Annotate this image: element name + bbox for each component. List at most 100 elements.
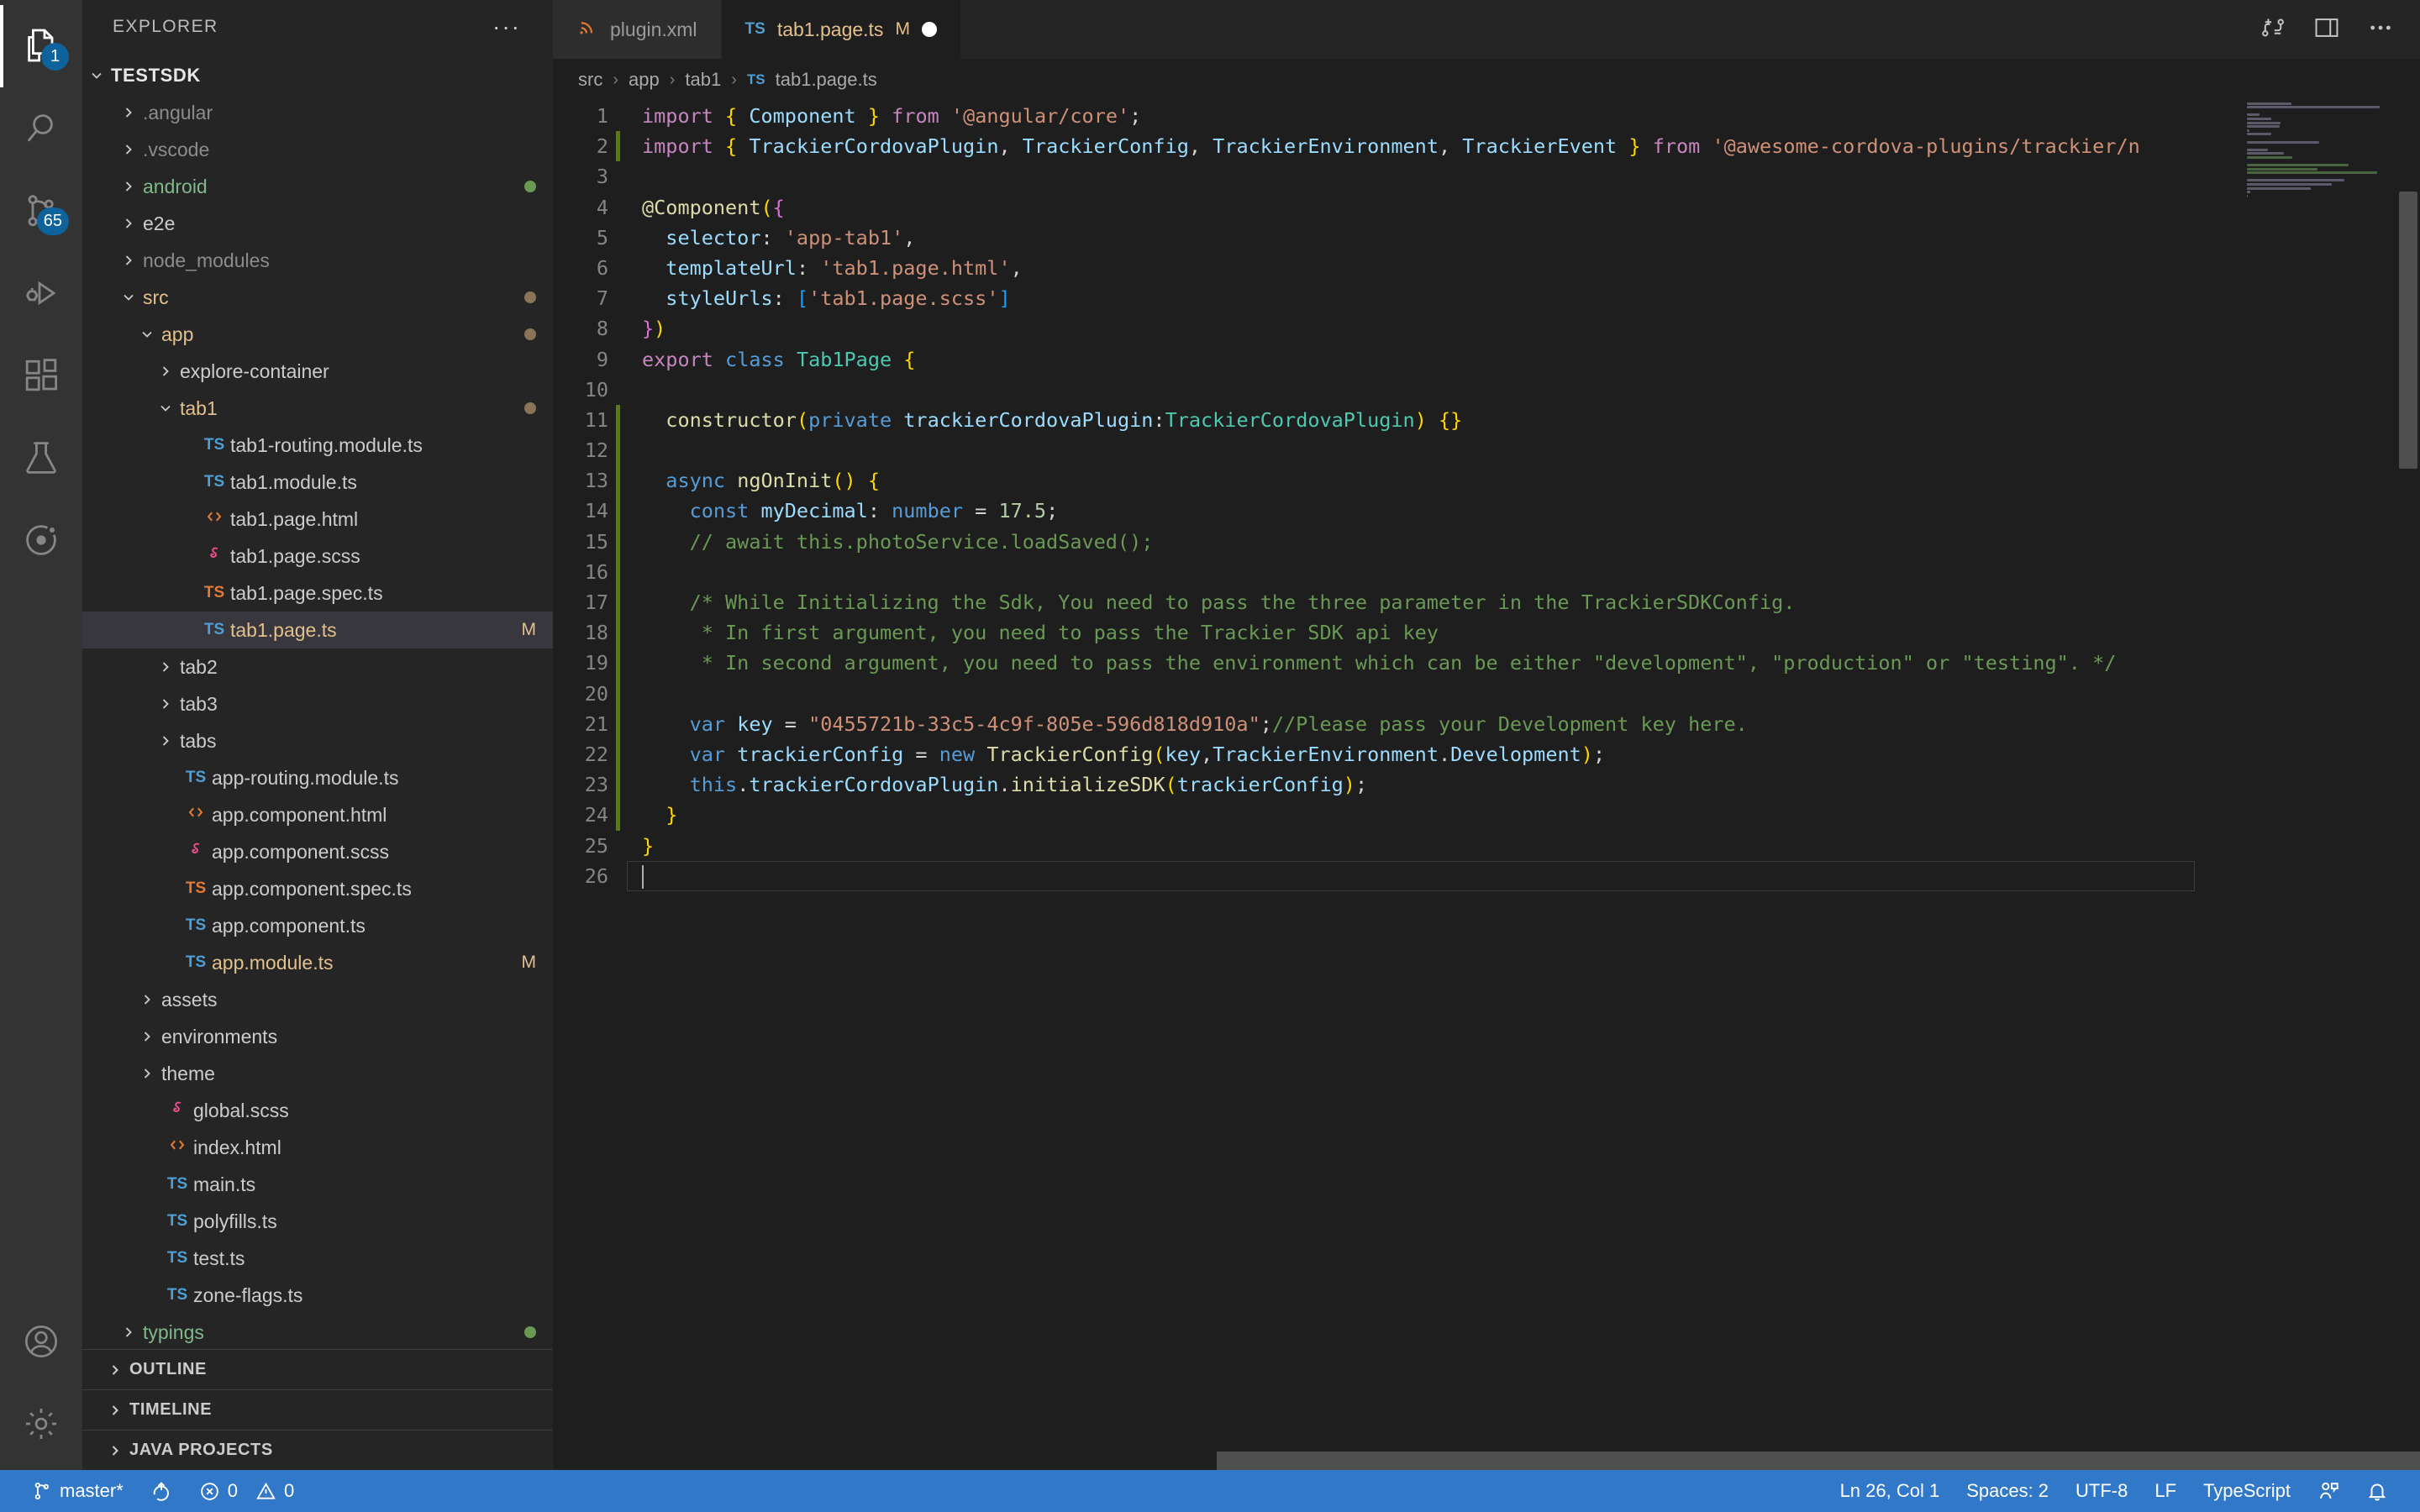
activity-item-search[interactable] (0, 87, 82, 170)
tree-file-test-ts[interactable]: TS test.ts (82, 1240, 553, 1277)
tree-folder-node-modules[interactable]: node_modules (82, 242, 553, 279)
horizontal-scrollbar[interactable] (553, 1452, 2420, 1470)
code-line[interactable]: 6 templateUrl: 'tab1.page.html', (553, 253, 2420, 283)
code-line[interactable]: 14 const myDecimal: number = 17.5; (553, 496, 2420, 527)
code-line[interactable]: 26 (553, 861, 2420, 891)
vertical-scrollbar-thumb[interactable] (2399, 192, 2417, 469)
tree-file-polyfills-ts[interactable]: TS polyfills.ts (82, 1203, 553, 1240)
code-line[interactable]: 23 this.trackierCordovaPlugin.initialize… (553, 769, 2420, 801)
status-language-mode[interactable]: TypeScript (2190, 1470, 2304, 1512)
code-editor[interactable]: 1 import { Component } from '@angular/cor… (553, 101, 2420, 1470)
tree-folder--angular[interactable]: .angular (82, 94, 553, 131)
tree-folder-explore-container[interactable]: explore-container (82, 353, 553, 390)
breadcrumb-part[interactable]: tab1 (685, 69, 721, 91)
code-line[interactable]: 11 constructor(private trackierCordovaPl… (553, 404, 2420, 436)
code-line[interactable]: 13 async ngOnInit() { (553, 465, 2420, 496)
status-cursor-position[interactable]: Ln 26, Col 1 (1827, 1470, 1954, 1512)
tree-file-tab1-page-ts[interactable]: TS tab1.page.ts M (82, 612, 553, 648)
horizontal-scrollbar-thumb[interactable] (1217, 1452, 2420, 1470)
breadcrumb-part[interactable]: src (578, 69, 602, 91)
breadcrumb-file[interactable]: tab1.page.ts (776, 69, 877, 91)
code-line[interactable]: 22 var trackierConfig = new TrackierConf… (553, 738, 2420, 770)
tree-file-app-component-scss[interactable]: app.component.scss (82, 833, 553, 870)
code-line[interactable]: 7 styleUrls: ['tab1.page.scss'] (553, 283, 2420, 313)
code-line[interactable]: 12 (553, 435, 2420, 466)
code-line[interactable]: 2 import { TrackierCordovaPlugin, Trackie… (553, 131, 2420, 162)
split-editor-icon[interactable] (2259, 13, 2287, 46)
code-line[interactable]: 18 * In first argument, you need to pass… (553, 617, 2420, 648)
tree-folder-android[interactable]: android (82, 168, 553, 205)
code-line[interactable]: 24 } (553, 800, 2420, 831)
activity-item-source-control[interactable]: 65 (0, 170, 82, 252)
tree-folder-app[interactable]: app (82, 316, 553, 353)
panel-java-projects[interactable]: JAVA PROJECTS (82, 1430, 553, 1470)
tree-folder-tab2[interactable]: tab2 (82, 648, 553, 685)
code-line[interactable]: 3 (553, 161, 2420, 192)
code-line[interactable]: 5 selector: 'app-tab1', (553, 223, 2420, 253)
tree-folder-src[interactable]: src (82, 279, 553, 316)
status-problems[interactable]: 0 0 (186, 1470, 308, 1512)
sidebar-more-actions-icon[interactable]: ··· (492, 15, 521, 39)
status-eol[interactable]: LF (2141, 1470, 2190, 1512)
panel-timeline[interactable]: TIMELINE (82, 1389, 553, 1430)
tree-file-tab1-module-ts[interactable]: TS tab1.module.ts (82, 464, 553, 501)
minimap[interactable] (2244, 101, 2396, 1470)
status-indentation[interactable]: Spaces: 2 (1953, 1470, 2062, 1512)
code-line[interactable]: 8}) (553, 313, 2420, 344)
activity-item-accounts[interactable] (0, 1300, 82, 1383)
tree-folder-tab3[interactable]: tab3 (82, 685, 553, 722)
tree-file-app-component-spec-ts[interactable]: TS app.component.spec.ts (82, 870, 553, 907)
editor-tab-dirty-indicator[interactable] (921, 22, 937, 37)
status-branch[interactable]: master* (18, 1470, 137, 1512)
tree-file-app-module-ts[interactable]: TS app.module.ts M (82, 944, 553, 981)
code-line[interactable]: 10 (553, 375, 2420, 405)
tree-folder--vscode[interactable]: .vscode (82, 131, 553, 168)
editor-tab-tab1-page-ts[interactable]: TS tab1.page.ts M (721, 0, 961, 59)
vertical-scrollbar[interactable] (2396, 101, 2420, 1470)
code-line[interactable]: 1 import { Component } from '@angular/cor… (553, 101, 2420, 131)
activity-item-testing[interactable] (0, 417, 82, 499)
tree-file-tab1-page-spec-ts[interactable]: TS tab1.page.spec.ts (82, 575, 553, 612)
activity-item-run-and-debug[interactable] (0, 252, 82, 334)
status-sync[interactable] (137, 1470, 186, 1512)
activity-item-ionic[interactable] (0, 499, 82, 581)
tree-file-tab1-page-scss[interactable]: tab1.page.scss (82, 538, 553, 575)
tree-file-app-routing-module-ts[interactable]: TS app-routing.module.ts (82, 759, 553, 796)
tree-folder-assets[interactable]: assets (82, 981, 553, 1018)
code-line[interactable]: 17 /* While Initializing the Sdk, You ne… (553, 587, 2420, 618)
breadcrumb[interactable]: src › app › tab1 › TS tab1.page.ts (553, 59, 2420, 101)
status-notifications[interactable] (2353, 1470, 2402, 1512)
status-feedback[interactable] (2304, 1470, 2353, 1512)
more-actions-icon[interactable] (2366, 13, 2395, 46)
tree-file-tab1-page-html[interactable]: tab1.page.html (82, 501, 553, 538)
code-line[interactable]: 20 (553, 678, 2420, 709)
tree-file-index-html[interactable]: index.html (82, 1129, 553, 1166)
breadcrumb-part[interactable]: app (629, 69, 660, 91)
tree-file-app-component-ts[interactable]: TS app.component.ts (82, 907, 553, 944)
code-line[interactable]: 15 // await this.photoService.loadSaved(… (553, 526, 2420, 557)
tree-folder-e2e[interactable]: e2e (82, 205, 553, 242)
code-line[interactable]: 19 * In second argument, you need to pas… (553, 648, 2420, 679)
code-line[interactable]: 9 export class Tab1Page { (553, 344, 2420, 375)
layout-icon[interactable] (2312, 13, 2341, 46)
tree-folder-typings[interactable]: typings (82, 1314, 553, 1349)
code-line[interactable]: 16 (553, 556, 2420, 587)
tree-file-zone-flags-ts[interactable]: TS zone-flags.ts (82, 1277, 553, 1314)
tree-file-main-ts[interactable]: TS main.ts (82, 1166, 553, 1203)
status-encoding[interactable]: UTF-8 (2062, 1470, 2141, 1512)
file-tree[interactable]: TESTSDK .angular .vscode android e2e node_mo… (82, 54, 553, 1349)
activity-item-explorer[interactable]: 1 (0, 5, 82, 87)
tree-folder-tab1[interactable]: tab1 (82, 390, 553, 427)
panel-outline[interactable]: OUTLINE (82, 1349, 553, 1389)
tree-folder-tabs[interactable]: tabs (82, 722, 553, 759)
activity-item-settings[interactable] (0, 1383, 82, 1465)
tree-file-tab1-routing-module-ts[interactable]: TS tab1-routing.module.ts (82, 427, 553, 464)
tree-file-app-component-html[interactable]: app.component.html (82, 796, 553, 833)
editor-tab-plugin-xml[interactable]: plugin.xml (553, 0, 722, 59)
tree-folder-theme[interactable]: theme (82, 1055, 553, 1092)
tree-folder-environments[interactable]: environments (82, 1018, 553, 1055)
activity-item-extensions[interactable] (0, 334, 82, 417)
code-line[interactable]: 4 @Component({ (553, 192, 2420, 223)
code-line[interactable]: 21 var key = "0455721b-33c5-4c9f-805e-59… (553, 708, 2420, 739)
tree-file-global-scss[interactable]: global.scss (82, 1092, 553, 1129)
